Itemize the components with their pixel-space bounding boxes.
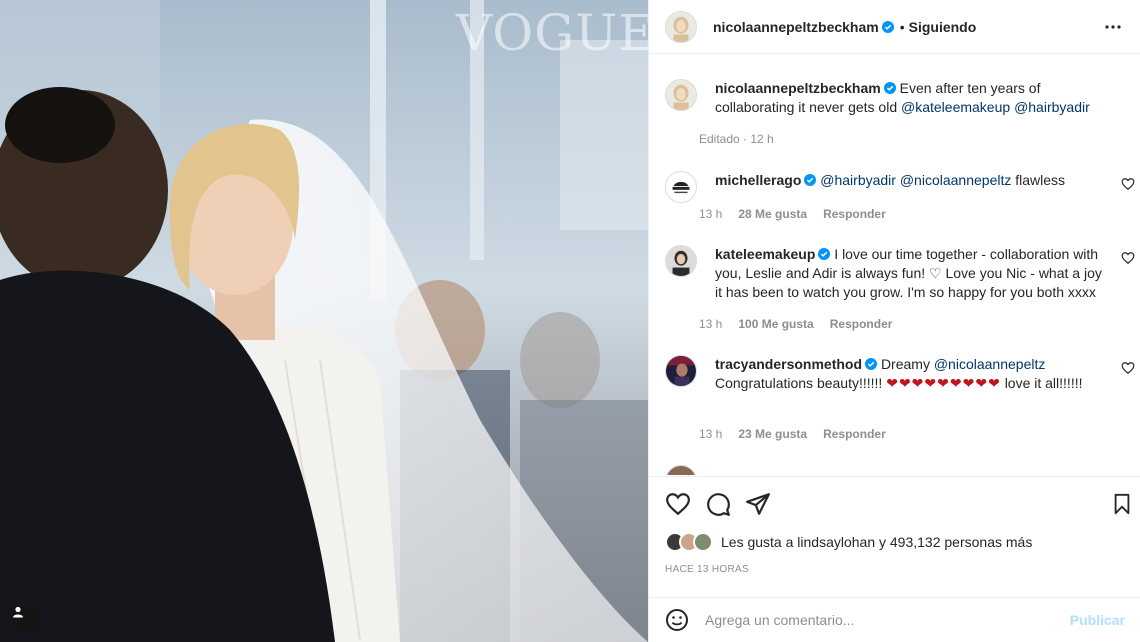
reply-button[interactable]: Responder xyxy=(830,317,893,331)
comment-likes[interactable]: 23 Me gusta xyxy=(738,427,807,441)
commenter-avatar[interactable] xyxy=(665,355,697,387)
comment-item: michellerago @hairbyadir @nicolaannepelt… xyxy=(665,171,1135,203)
user-tag-icon[interactable] xyxy=(12,606,40,634)
comment-time: 13 h xyxy=(699,427,723,441)
comment-text: Dreamy xyxy=(880,356,930,372)
comment-time: 13 h xyxy=(699,207,723,221)
mention-link[interactable]: @hairbyadir xyxy=(820,172,896,188)
mention-link[interactable]: @kateleemakeup xyxy=(901,99,1010,115)
comment-like-heart-icon[interactable] xyxy=(1121,361,1135,375)
comment-meta: 13 h 28 Me gusta Responder xyxy=(699,207,902,221)
caption-username[interactable]: nicolaannepeltzbeckham xyxy=(715,80,881,96)
verified-badge-icon xyxy=(818,248,831,260)
heart-icon[interactable] xyxy=(665,491,691,517)
comment-username[interactable]: kateleemakeup xyxy=(715,246,815,262)
comment-text-block: michellerago @hairbyadir @nicolaannepelt… xyxy=(715,171,1105,203)
comment-text: flawless xyxy=(1015,172,1066,188)
comment-like-heart-icon[interactable] xyxy=(1121,251,1135,265)
comment-like-heart-icon[interactable] xyxy=(1121,177,1135,191)
mention-link[interactable]: @hairbyadir xyxy=(1014,99,1090,115)
caption: nicolaannepeltzbeckham Even after ten ye… xyxy=(665,79,1135,117)
caption-meta: Editado · 12 h xyxy=(699,132,790,146)
reply-button[interactable]: Responder xyxy=(823,207,886,221)
comment-meta: 13 h 100 Me gusta Responder xyxy=(699,317,908,331)
caption-avatar[interactable] xyxy=(665,79,697,111)
commenter-avatar[interactable] xyxy=(665,171,697,203)
likes-text: Les gusta a lindsaylohan y 493,132 perso… xyxy=(721,534,1033,550)
comment-text: Congratulations beauty!!!!!! xyxy=(715,375,883,391)
liker-avatar xyxy=(693,532,713,552)
comment-text-block: kateleemakeup I love our time together -… xyxy=(715,245,1105,302)
post-photo[interactable]: VOGUE xyxy=(0,0,648,642)
vogue-watermark: VOGUE xyxy=(456,4,648,62)
more-icon[interactable] xyxy=(1101,15,1125,39)
post-detail-panel: nicolaannepeltzbeckham • Siguiendo nicol… xyxy=(648,0,1140,642)
comment-item: tracyandersonmethod Dreamy @nicolaannepe… xyxy=(665,355,1135,393)
comment-likes[interactable]: 28 Me gusta xyxy=(738,207,807,221)
comment-username[interactable]: tracyandersonmethod xyxy=(715,356,862,372)
verified-badge-icon xyxy=(881,20,894,33)
comment-item: kateleemakeup I love our time together -… xyxy=(665,245,1135,302)
likes-summary[interactable]: Les gusta a lindsaylohan y 493,132 perso… xyxy=(665,532,1032,552)
comment-text-block: tracyandersonmethod Dreamy @nicolaannepe… xyxy=(715,355,1105,393)
comment-time: 13 h xyxy=(699,317,723,331)
comment-meta: 13 h 23 Me gusta Responder xyxy=(699,427,902,441)
reply-button[interactable]: Responder xyxy=(823,427,886,441)
comment-input[interactable] xyxy=(705,612,1070,628)
send-icon[interactable] xyxy=(745,491,771,517)
publish-button[interactable]: Publicar xyxy=(1070,612,1125,628)
comment-username[interactable]: michellerago xyxy=(715,172,801,188)
comments-list[interactable]: nicolaannepeltzbeckham Even after ten ye… xyxy=(649,55,1140,475)
commenter-avatar[interactable] xyxy=(665,245,697,277)
post-time: HACE 13 HORAS xyxy=(665,564,749,575)
action-bar xyxy=(649,476,1140,530)
comment-text: love it all!!!!!! xyxy=(1004,375,1083,391)
emoji-icon[interactable] xyxy=(665,608,689,632)
verified-badge-icon xyxy=(865,358,878,370)
header-separator: • xyxy=(899,18,905,35)
author-username[interactable]: nicolaannepeltzbeckham xyxy=(713,19,879,35)
comment-icon[interactable] xyxy=(705,491,731,517)
verified-badge-icon xyxy=(804,174,817,186)
caption-edited-time: Editado · 12 h xyxy=(699,132,774,146)
verified-badge-icon xyxy=(883,82,896,94)
mention-link[interactable]: @nicolaannepeltz xyxy=(900,172,1012,188)
author-avatar[interactable] xyxy=(665,10,697,43)
commenter-avatar-partial[interactable] xyxy=(665,465,697,475)
following-button[interactable]: Siguiendo xyxy=(909,19,977,35)
caption-text-block: nicolaannepeltzbeckham Even after ten ye… xyxy=(715,79,1105,117)
comment-composer: Publicar xyxy=(649,597,1140,642)
bookmark-icon[interactable] xyxy=(1111,491,1133,517)
hearts-emoji: ❤❤❤❤❤❤❤❤❤ xyxy=(886,375,1001,391)
mention-link[interactable]: @nicolaannepeltz xyxy=(934,356,1046,372)
post-header: nicolaannepeltzbeckham • Siguiendo xyxy=(649,0,1140,54)
comment-likes[interactable]: 100 Me gusta xyxy=(738,317,813,331)
wedding-photo-illustration xyxy=(0,0,648,642)
